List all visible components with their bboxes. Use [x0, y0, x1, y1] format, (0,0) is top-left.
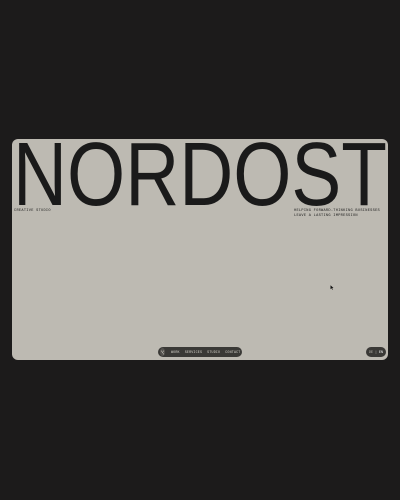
hero-card: NORDOST Creative Studio Helping forward-…: [12, 139, 388, 360]
lang-separator: |: [375, 350, 377, 354]
nav-link-contact[interactable]: Contact: [225, 350, 240, 354]
nav-link-studio[interactable]: Studio: [207, 350, 220, 354]
brand-wordmark: NORDOST: [12, 139, 388, 209]
nav-link-services[interactable]: Services: [185, 350, 202, 354]
language-switcher: DE | EN: [366, 347, 386, 357]
wordmark-text: NORDOST: [13, 139, 387, 209]
wordmark-svg: NORDOST: [13, 139, 387, 209]
nav-link-work[interactable]: Work: [171, 350, 180, 354]
lang-option-en[interactable]: EN: [379, 350, 383, 354]
nordost-logo-icon[interactable]: [160, 348, 165, 356]
studio-tagline: Creative Studio: [14, 209, 51, 213]
bottom-nav: Work Services Studio Contact: [158, 347, 242, 357]
lang-option-de[interactable]: DE: [369, 350, 373, 354]
studio-statement: Helping forward-thinking businesses leav…: [294, 209, 380, 218]
mouse-pointer-icon: [330, 285, 334, 290]
